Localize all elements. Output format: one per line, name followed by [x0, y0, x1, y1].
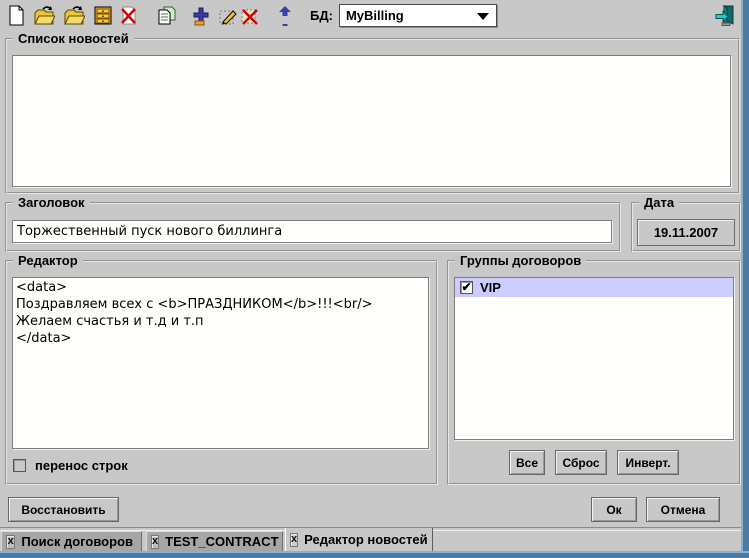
reset-button[interactable]: Сброс — [555, 450, 607, 475]
db-select-value: MyBilling — [346, 8, 404, 23]
tab-label: Редактор новостей — [304, 532, 427, 547]
news-list[interactable] — [12, 55, 731, 187]
db-select[interactable]: MyBilling — [339, 4, 497, 27]
tab-news-editor[interactable]: x Редактор новостей — [285, 528, 433, 552]
tab-label: Поиск договоров — [21, 534, 133, 549]
close-icon[interactable]: x — [151, 535, 159, 549]
exit-icon[interactable] — [713, 3, 737, 27]
invert-button[interactable]: Инверт. — [617, 450, 679, 475]
new-document-icon[interactable] — [5, 4, 27, 26]
tab-label: TEST_CONTRACT — [165, 534, 278, 549]
vip-label: VIP — [480, 280, 501, 295]
cancel-button[interactable]: Отмена — [646, 497, 720, 522]
contract-groups-title: Группы договоров — [455, 253, 586, 268]
window-frame-bottom — [0, 551, 749, 558]
chevron-down-icon — [477, 13, 489, 20]
list-item-vip[interactable]: VIP — [455, 278, 733, 297]
close-icon[interactable]: x — [290, 533, 298, 547]
news-list-groupbox: Список новостей — [5, 38, 740, 194]
add-item-icon[interactable] — [190, 4, 212, 26]
select-all-button[interactable]: Все — [509, 450, 545, 475]
refresh-icon[interactable] — [274, 4, 296, 26]
copy-document-icon[interactable] — [155, 4, 177, 26]
news-list-title: Список новостей — [13, 31, 134, 46]
restore-button[interactable]: Восстановить — [8, 497, 119, 522]
tab-test-contract[interactable]: x TEST_CONTRACT — [146, 531, 283, 552]
open-folder-icon[interactable] — [33, 4, 55, 26]
contract-groups-list[interactable]: VIP — [454, 277, 734, 440]
main-toolbar: БД: MyBilling — [0, 0, 741, 30]
delete-item-icon[interactable] — [238, 4, 260, 26]
drawer-icon[interactable] — [92, 4, 114, 26]
date-title: Дата — [639, 195, 679, 210]
window-frame-right — [741, 0, 749, 558]
tab-contract-search[interactable]: x Поиск договоров — [1, 531, 142, 552]
editor-textarea[interactable]: <data> Поздравляем всех с <b>ПРАЗДНИКОМ<… — [12, 277, 429, 449]
date-field[interactable]: 19.11.2007 — [637, 219, 735, 246]
wrap-lines-checkbox[interactable] — [13, 459, 26, 472]
header-input[interactable] — [12, 220, 612, 243]
delete-document-icon[interactable] — [118, 4, 140, 26]
header-title: Заголовок — [13, 195, 90, 210]
editor-groupbox: Редактор <data> Поздравляем всех с <b>ПР… — [5, 260, 438, 485]
news-editor-window: БД: MyBilling Список новостей Заголовок … — [0, 0, 749, 558]
edit-item-icon[interactable] — [216, 4, 238, 26]
ok-button[interactable]: Ок — [591, 497, 637, 522]
wrap-lines-label: перенос строк — [35, 458, 128, 473]
close-icon[interactable]: x — [6, 535, 15, 549]
contract-groups-groupbox: Группы договоров VIP Все Сброс Инверт. — [447, 260, 741, 485]
editor-title: Редактор — [13, 253, 83, 268]
date-groupbox: Дата 19.11.2007 — [631, 202, 741, 252]
vip-checkbox[interactable] — [460, 281, 473, 294]
open-folder-alt-icon[interactable] — [63, 4, 85, 26]
db-label: БД: — [310, 8, 333, 23]
header-groupbox: Заголовок — [5, 202, 621, 252]
